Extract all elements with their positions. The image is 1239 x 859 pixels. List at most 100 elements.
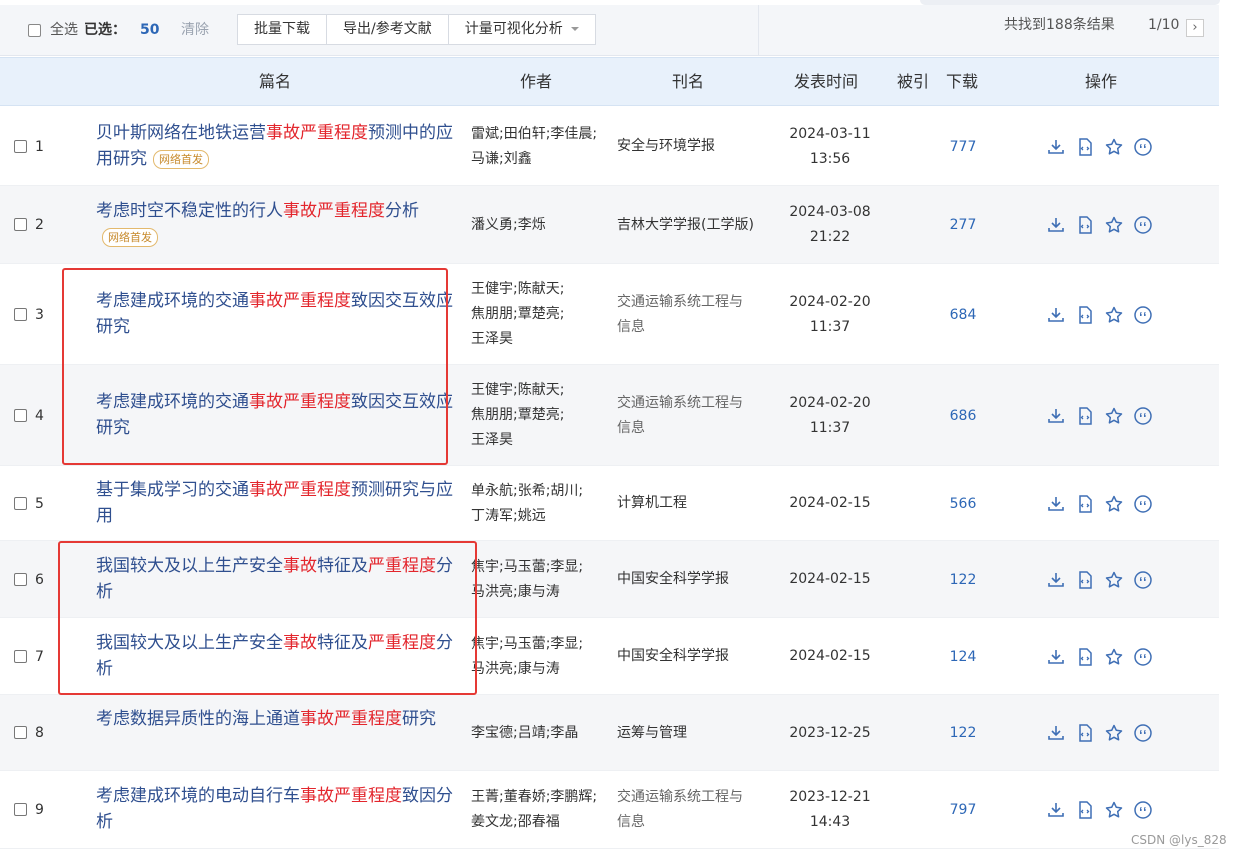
journal-link[interactable]: 交通运输系统工程与 bbox=[617, 391, 767, 416]
download-count[interactable]: 122 bbox=[943, 572, 983, 588]
html-read-icon[interactable] bbox=[1075, 647, 1095, 667]
html-read-icon[interactable] bbox=[1075, 800, 1095, 820]
cite-quote-icon[interactable] bbox=[1133, 800, 1153, 820]
download-icon[interactable] bbox=[1046, 305, 1066, 325]
author-line[interactable]: 焦朋朋;覃楚亮; bbox=[471, 403, 611, 428]
journal-link[interactable]: 中国安全科学学报 bbox=[617, 644, 767, 669]
export-references-button[interactable]: 导出/参考文献 bbox=[327, 15, 449, 44]
author-line[interactable]: 王健宇;陈献天; bbox=[471, 378, 611, 403]
download-count[interactable]: 277 bbox=[943, 217, 983, 233]
col-cited[interactable]: 被引 bbox=[897, 58, 929, 105]
html-read-icon[interactable] bbox=[1075, 723, 1095, 743]
download-icon[interactable] bbox=[1046, 570, 1066, 590]
cite-quote-icon[interactable] bbox=[1133, 494, 1153, 514]
download-icon[interactable] bbox=[1046, 723, 1066, 743]
favorite-star-icon[interactable] bbox=[1104, 406, 1124, 426]
article-title-link[interactable]: 基于集成学习的交通事故严重程度预测研究与应用 bbox=[96, 477, 458, 529]
html-read-icon[interactable] bbox=[1075, 570, 1095, 590]
row-checkbox[interactable] bbox=[14, 649, 27, 663]
author-line[interactable]: 马洪亮;康与涛 bbox=[471, 657, 611, 682]
article-title-link[interactable]: 考虑时空不稳定性的行人事故严重程度分析网络首发 bbox=[96, 198, 458, 250]
download-count[interactable]: 797 bbox=[943, 802, 983, 818]
article-title-link[interactable]: 贝叶斯网络在地铁运营事故严重程度预测中的应用研究 网络首发 bbox=[96, 120, 458, 172]
author-line[interactable]: 马洪亮;康与涛 bbox=[471, 580, 611, 605]
clear-link[interactable]: 清除 bbox=[181, 20, 209, 40]
favorite-star-icon[interactable] bbox=[1104, 723, 1124, 743]
author-line[interactable]: 丁涛军;姚远 bbox=[471, 504, 611, 529]
col-journal[interactable]: 刊名 bbox=[672, 58, 704, 105]
journal-link[interactable]: 信息 bbox=[617, 416, 767, 441]
select-all-label[interactable]: 全选 bbox=[50, 20, 78, 40]
author-line[interactable]: 潘义勇;李烁 bbox=[471, 213, 611, 238]
journal-link[interactable]: 运筹与管理 bbox=[617, 721, 767, 746]
cite-quote-icon[interactable] bbox=[1133, 215, 1153, 235]
batch-download-button[interactable]: 批量下载 bbox=[238, 15, 327, 44]
col-author[interactable]: 作者 bbox=[520, 58, 552, 105]
download-icon[interactable] bbox=[1046, 647, 1066, 667]
download-icon[interactable] bbox=[1046, 494, 1066, 514]
journal-link[interactable]: 中国安全科学学报 bbox=[617, 567, 767, 592]
journal-link[interactable]: 信息 bbox=[617, 315, 767, 340]
download-count[interactable]: 566 bbox=[943, 496, 983, 512]
favorite-star-icon[interactable] bbox=[1104, 570, 1124, 590]
journal-link[interactable]: 交通运输系统工程与 bbox=[617, 785, 767, 810]
row-checkbox[interactable] bbox=[14, 803, 27, 816]
author-line[interactable]: 王泽昊 bbox=[471, 327, 611, 352]
cite-quote-icon[interactable] bbox=[1133, 723, 1153, 743]
author-line[interactable]: 焦朋朋;覃楚亮; bbox=[471, 302, 611, 327]
cite-quote-icon[interactable] bbox=[1133, 305, 1153, 325]
author-line[interactable]: 雷斌;田伯轩;李佳晨; bbox=[471, 122, 611, 147]
author-line[interactable]: 李宝德;吕靖;李晶 bbox=[471, 721, 611, 746]
author-line[interactable]: 姜文龙;邵春福 bbox=[471, 810, 611, 835]
favorite-star-icon[interactable] bbox=[1104, 305, 1124, 325]
download-count[interactable]: 684 bbox=[943, 307, 983, 323]
download-count[interactable]: 777 bbox=[943, 139, 983, 155]
visual-analysis-dropdown[interactable]: 计量可视化分析 bbox=[449, 15, 595, 44]
cite-quote-icon[interactable] bbox=[1133, 570, 1153, 590]
html-read-icon[interactable] bbox=[1075, 215, 1095, 235]
html-read-icon[interactable] bbox=[1075, 305, 1095, 325]
row-checkbox[interactable] bbox=[14, 572, 27, 586]
favorite-star-icon[interactable] bbox=[1104, 800, 1124, 820]
select-all-checkbox[interactable] bbox=[28, 24, 41, 37]
row-checkbox[interactable] bbox=[14, 307, 27, 321]
row-checkbox[interactable] bbox=[14, 496, 27, 510]
author-line[interactable]: 马谦;刘鑫 bbox=[471, 147, 611, 172]
favorite-star-icon[interactable] bbox=[1104, 215, 1124, 235]
row-checkbox[interactable] bbox=[14, 139, 27, 153]
row-checkbox[interactable] bbox=[14, 218, 27, 231]
download-icon[interactable] bbox=[1046, 137, 1066, 157]
cite-quote-icon[interactable] bbox=[1133, 137, 1153, 157]
favorite-star-icon[interactable] bbox=[1104, 137, 1124, 157]
journal-link[interactable]: 吉林大学学报(工学版) bbox=[617, 213, 767, 238]
journal-link[interactable]: 安全与环境学报 bbox=[617, 134, 767, 159]
journal-link[interactable]: 交通运输系统工程与 bbox=[617, 290, 767, 315]
author-line[interactable]: 王泽昊 bbox=[471, 428, 611, 453]
row-checkbox[interactable] bbox=[14, 726, 27, 739]
favorite-star-icon[interactable] bbox=[1104, 494, 1124, 514]
download-icon[interactable] bbox=[1046, 406, 1066, 426]
col-downloads[interactable]: 下载 bbox=[946, 58, 978, 105]
download-icon[interactable] bbox=[1046, 800, 1066, 820]
author-line[interactable]: 焦宇;马玉蕾;李显; bbox=[471, 555, 611, 580]
col-title[interactable]: 篇名 bbox=[259, 58, 291, 105]
html-read-icon[interactable] bbox=[1075, 494, 1095, 514]
download-count[interactable]: 686 bbox=[943, 408, 983, 424]
journal-link[interactable]: 信息 bbox=[617, 810, 767, 835]
download-count[interactable]: 122 bbox=[943, 725, 983, 741]
author-line[interactable]: 王菁;董春娇;李鹏辉; bbox=[471, 785, 611, 810]
author-line[interactable]: 王健宇;陈献天; bbox=[471, 277, 611, 302]
html-read-icon[interactable] bbox=[1075, 406, 1095, 426]
article-title-link[interactable]: 考虑数据异质性的海上通道事故严重程度研究 bbox=[96, 706, 458, 732]
col-date[interactable]: 发表时间 bbox=[794, 58, 858, 105]
download-count[interactable]: 124 bbox=[943, 649, 983, 665]
cite-quote-icon[interactable] bbox=[1133, 406, 1153, 426]
author-line[interactable]: 焦宇;马玉蕾;李显; bbox=[471, 632, 611, 657]
next-page-button[interactable]: › bbox=[1186, 19, 1204, 37]
favorite-star-icon[interactable] bbox=[1104, 647, 1124, 667]
download-icon[interactable] bbox=[1046, 215, 1066, 235]
author-line[interactable]: 单永航;张希;胡川; bbox=[471, 479, 611, 504]
journal-link[interactable]: 计算机工程 bbox=[617, 491, 767, 516]
html-read-icon[interactable] bbox=[1075, 137, 1095, 157]
article-title-link[interactable]: 考虑建成环境的电动自行车事故严重程度致因分析 bbox=[96, 783, 458, 835]
